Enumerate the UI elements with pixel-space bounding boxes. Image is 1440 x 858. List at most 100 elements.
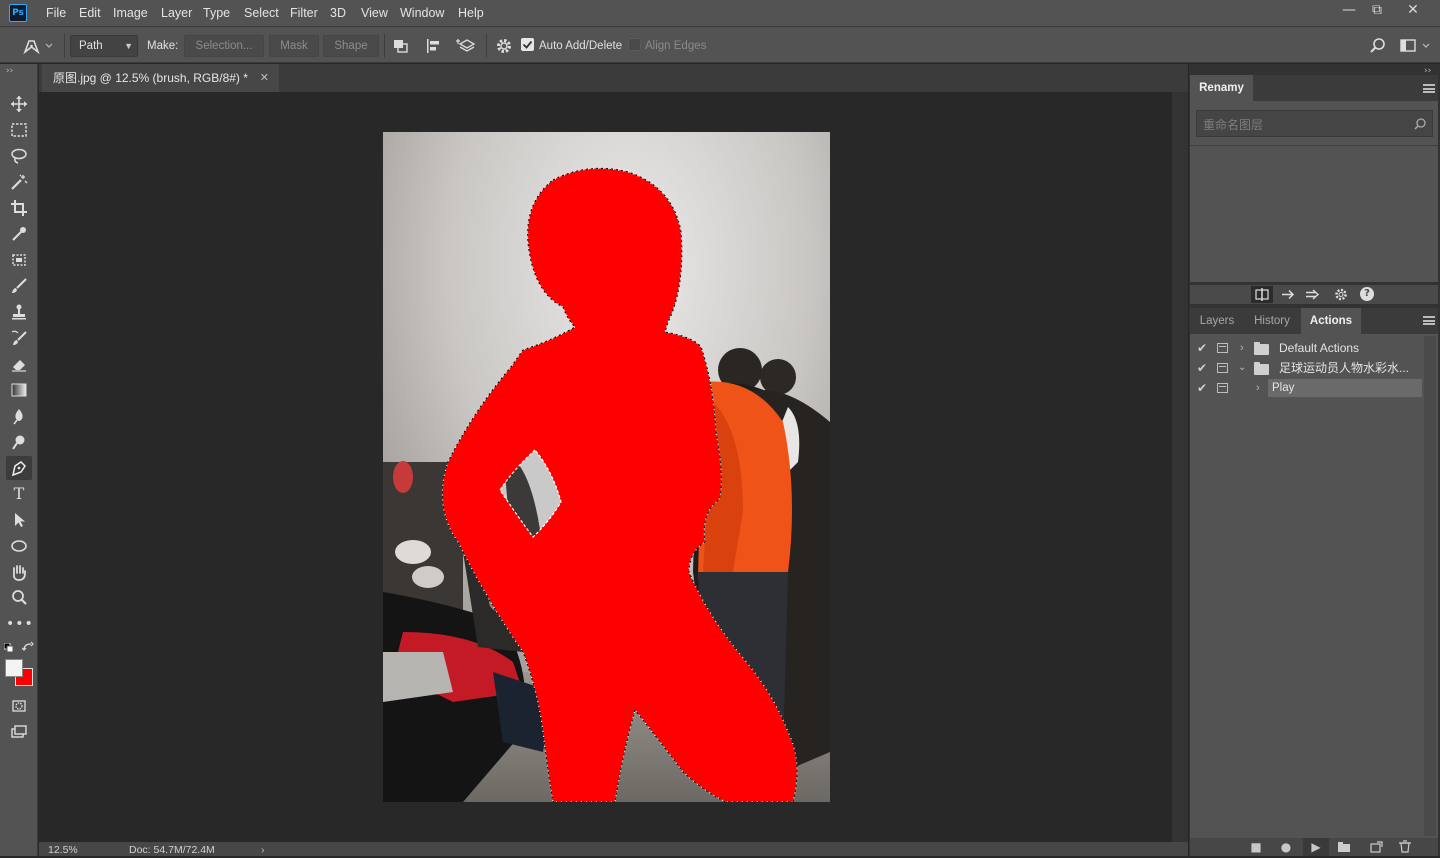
tab-layers[interactable]: Layers: [1192, 308, 1242, 334]
tab-actions[interactable]: Actions: [1301, 308, 1361, 334]
menu-image[interactable]: Image: [113, 0, 148, 26]
vertical-scrollbar[interactable]: [1172, 92, 1188, 842]
action-set-label: Default Actions: [1279, 341, 1360, 355]
document-tab[interactable]: 原图.jpg @ 12.5% (brush, RGB/8#) * ✕: [42, 64, 279, 92]
search-icon[interactable]: [1413, 117, 1427, 131]
default-colors-icon[interactable]: [3, 642, 14, 653]
help-icon[interactable]: ?: [1360, 287, 1374, 301]
dialog-toggle-icon[interactable]: [1217, 363, 1228, 373]
brush-icon[interactable]: [6, 274, 32, 298]
menu-layer[interactable]: Layer: [161, 0, 192, 26]
path-operations-icon[interactable]: [391, 36, 411, 56]
more-icon[interactable]: •••: [6, 612, 33, 636]
make-selection-button[interactable]: Selection...: [184, 35, 264, 57]
lasso-icon[interactable]: [6, 144, 32, 168]
action-set-custom[interactable]: ✔ ⌄ 足球运动员人物水彩水...: [1190, 358, 1422, 378]
crop-icon[interactable]: [6, 196, 32, 220]
make-mask-button[interactable]: Mask: [269, 35, 319, 57]
check-icon[interactable]: ✔: [1197, 338, 1209, 358]
arrow-right-icon[interactable]: [1280, 287, 1296, 302]
auto-add-delete-checkbox[interactable]: [521, 38, 534, 51]
path-arrangement-icon[interactable]: [456, 36, 478, 56]
restore-button[interactable]: ⧉: [1362, 0, 1392, 22]
menu-filter[interactable]: Filter: [290, 0, 318, 26]
document-canvas[interactable]: [383, 132, 830, 802]
zoom-icon[interactable]: [6, 586, 32, 610]
hand-icon[interactable]: [6, 560, 32, 584]
rename-mode-icon[interactable]: [1251, 286, 1273, 303]
tab-history[interactable]: History: [1244, 308, 1300, 334]
swap-colors-icon[interactable]: [21, 641, 34, 653]
quick-mask-icon[interactable]: [6, 694, 32, 718]
dialog-toggle-icon[interactable]: [1217, 343, 1228, 353]
type-icon[interactable]: T: [6, 482, 32, 506]
blur-icon[interactable]: [6, 404, 32, 428]
eraser-icon[interactable]: [6, 352, 32, 376]
minimize-button[interactable]: —: [1334, 0, 1364, 22]
new-set-folder-icon[interactable]: [1334, 838, 1354, 856]
menu-select[interactable]: Select: [244, 0, 279, 26]
menu-view[interactable]: View: [361, 0, 388, 26]
marquee-icon[interactable]: [6, 118, 32, 142]
path-select-icon[interactable]: [6, 508, 32, 532]
chevron-right-icon[interactable]: ›: [1240, 338, 1244, 358]
search-icon[interactable]: [1368, 36, 1388, 56]
record-icon[interactable]: ●: [1276, 838, 1296, 856]
chevron-down-icon[interactable]: ⌄: [1238, 358, 1246, 378]
foreground-color-swatch[interactable]: [5, 659, 23, 677]
pen-tool-icon[interactable]: [6, 456, 32, 480]
close-button[interactable]: ✕: [1398, 0, 1428, 22]
close-icon[interactable]: ✕: [260, 64, 269, 92]
gear-icon[interactable]: [494, 36, 514, 56]
dodge-icon[interactable]: [6, 430, 32, 454]
stop-icon[interactable]: ■: [1246, 838, 1266, 856]
menu-3d[interactable]: 3D: [330, 0, 346, 26]
align-edges-checkbox[interactable]: [628, 38, 641, 51]
menu-edit[interactable]: Edit: [79, 0, 101, 26]
new-action-icon[interactable]: [1366, 838, 1386, 856]
dialog-toggle-icon[interactable]: [1217, 383, 1228, 393]
tool-mode-value: Path: [79, 40, 103, 52]
eyedropper-icon[interactable]: [6, 222, 32, 246]
trash-icon[interactable]: [1395, 838, 1415, 856]
magic-wand-icon[interactable]: [6, 170, 32, 194]
double-arrow-right-icon[interactable]: [1305, 287, 1321, 302]
make-shape-button[interactable]: Shape: [323, 35, 379, 57]
play-icon[interactable]: ▶: [1303, 838, 1329, 856]
ellipse-icon[interactable]: [6, 534, 32, 558]
workspace-switcher-icon[interactable]: [1398, 36, 1434, 56]
gear-icon[interactable]: [1333, 287, 1349, 302]
rename-search-field[interactable]: 重命名图层: [1196, 110, 1433, 137]
canvas-area[interactable]: [39, 92, 1172, 842]
screen-mode-icon[interactable]: [6, 720, 32, 744]
check-icon[interactable]: ✔: [1197, 358, 1209, 378]
menu-window[interactable]: Window: [400, 0, 444, 26]
chevron-right-icon[interactable]: ›: [1256, 378, 1260, 398]
status-bar: 12.5% Doc: 54.7M/72.4M ›: [39, 842, 1188, 856]
menu-help[interactable]: Help: [458, 0, 484, 26]
stamp-icon[interactable]: [6, 300, 32, 324]
move-icon[interactable]: [6, 92, 32, 116]
tool-mode-dropdown[interactable]: Path ▼: [70, 35, 138, 57]
action-play[interactable]: ✔ › Play: [1190, 378, 1422, 398]
history-brush-icon[interactable]: [6, 326, 32, 350]
frame-icon[interactable]: [6, 248, 32, 272]
check-icon[interactable]: ✔: [1197, 378, 1209, 398]
actions-scrollbar[interactable]: [1424, 336, 1436, 836]
action-set-label: 足球运动员人物水彩水...: [1279, 361, 1410, 375]
panel-menu-icon[interactable]: [1423, 316, 1435, 325]
menu-file[interactable]: File: [46, 0, 66, 26]
folder-icon: [1254, 362, 1269, 375]
panel-menu-icon[interactable]: [1423, 84, 1435, 93]
tab-renamy[interactable]: Renamy: [1190, 75, 1253, 101]
divider: [64, 34, 65, 58]
gradient-icon[interactable]: [6, 378, 32, 402]
chevron-down-icon: ▼: [124, 41, 133, 51]
actions-panel-body: [1190, 334, 1438, 838]
path-alignment-icon[interactable]: [424, 36, 444, 56]
action-set-default[interactable]: ✔ › Default Actions: [1190, 338, 1422, 358]
menu-type[interactable]: Type: [203, 0, 230, 26]
collapse-arrows-icon[interactable]: ››: [6, 66, 13, 76]
photoshop-logo-icon: Ps: [9, 4, 27, 22]
tool-preset-picker[interactable]: [20, 35, 60, 57]
